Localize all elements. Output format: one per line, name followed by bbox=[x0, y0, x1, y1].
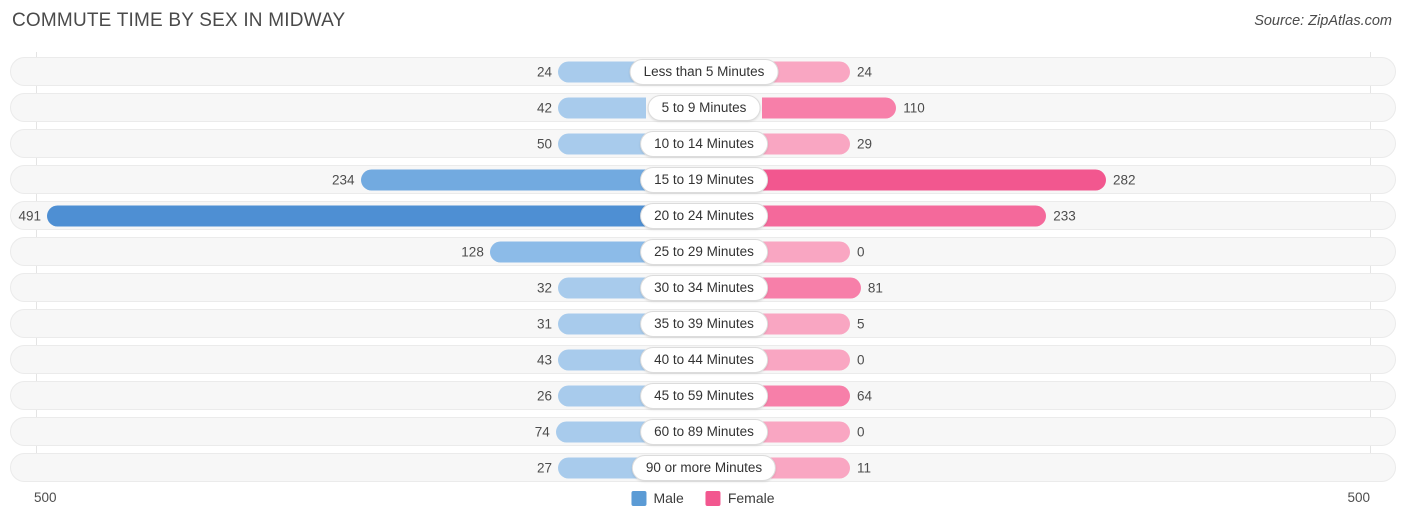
legend-swatch-icon bbox=[705, 490, 721, 506]
value-male: 42 bbox=[536, 99, 552, 115]
bar-male[interactable] bbox=[558, 97, 646, 118]
value-male: 31 bbox=[536, 315, 552, 331]
value-female: 5 bbox=[857, 315, 865, 331]
chart-row-inner: 128 0 25 to 29 Minutes bbox=[11, 238, 1395, 265]
value-female: 64 bbox=[857, 387, 873, 403]
value-male: 50 bbox=[536, 135, 552, 151]
bar-female[interactable] bbox=[762, 241, 850, 262]
category-label: 5 to 9 Minutes bbox=[647, 94, 761, 121]
legend-item-female[interactable]: Female bbox=[705, 490, 775, 506]
legend-label: Female bbox=[727, 490, 775, 506]
bar-female[interactable] bbox=[762, 277, 861, 298]
chart-row[interactable]: 26 64 45 to 59 Minutes bbox=[10, 381, 1396, 410]
value-male: 43 bbox=[536, 351, 552, 367]
value-female: 81 bbox=[867, 279, 883, 295]
bar-female[interactable] bbox=[762, 349, 850, 370]
chart-row-inner: 74 0 60 to 89 Minutes bbox=[11, 418, 1395, 445]
bar-female[interactable] bbox=[762, 205, 1047, 226]
chart-plot-area: 24 24 Less than 5 Minutes 42 110 5 to 9 Minut… bbox=[0, 52, 1406, 486]
source-label: Source: ZipAtlas.com bbox=[1254, 13, 1392, 29]
chart-row-inner: 26 64 45 to 59 Minutes bbox=[11, 382, 1395, 409]
chart-row[interactable]: 491 233 20 to 24 Minutes bbox=[10, 201, 1396, 230]
chart-row-inner: 234 282 15 to 19 Minutes bbox=[11, 166, 1395, 193]
chart-row[interactable]: 31 5 35 to 39 Minutes bbox=[10, 309, 1396, 338]
value-female: 233 bbox=[1053, 207, 1076, 223]
value-male: 32 bbox=[536, 279, 552, 295]
chart-row[interactable]: 43 0 40 to 44 Minutes bbox=[10, 345, 1396, 374]
chart-row-inner: 31 5 35 to 39 Minutes bbox=[11, 310, 1395, 337]
bar-female[interactable] bbox=[762, 97, 897, 118]
chart-row-inner: 27 11 90 or more Minutes bbox=[11, 454, 1395, 481]
chart-row[interactable]: 128 0 25 to 29 Minutes bbox=[10, 237, 1396, 266]
legend-label: Male bbox=[653, 490, 684, 506]
bar-female[interactable] bbox=[762, 421, 850, 442]
category-label: 35 to 39 Minutes bbox=[640, 310, 768, 337]
value-female: 110 bbox=[903, 99, 925, 115]
chart-row-inner: 491 233 20 to 24 Minutes bbox=[11, 202, 1395, 229]
category-label: 90 or more Minutes bbox=[631, 454, 777, 481]
legend-swatch-icon bbox=[631, 490, 647, 506]
bar-male[interactable] bbox=[558, 277, 646, 298]
chart-row[interactable]: 32 81 30 to 34 Minutes bbox=[10, 273, 1396, 302]
bar-female[interactable] bbox=[762, 313, 850, 334]
chart-row[interactable]: 27 11 90 or more Minutes bbox=[10, 453, 1396, 482]
value-male: 26 bbox=[536, 387, 552, 403]
bar-female[interactable] bbox=[762, 169, 1107, 190]
value-male: 24 bbox=[536, 63, 552, 79]
axis-max-right: 500 bbox=[1347, 490, 1370, 505]
value-female: 24 bbox=[857, 63, 873, 79]
value-male: 234 bbox=[331, 171, 355, 187]
category-label: 30 to 34 Minutes bbox=[640, 274, 768, 301]
value-female: 0 bbox=[857, 423, 865, 439]
chart-row[interactable]: 50 29 10 to 14 Minutes bbox=[10, 129, 1396, 158]
chart-row-inner: 43 0 40 to 44 Minutes bbox=[11, 346, 1395, 373]
category-label: 40 to 44 Minutes bbox=[640, 346, 768, 373]
chart-legend: Male Female bbox=[631, 490, 775, 506]
page-title: COMMUTE TIME BY SEX IN MIDWAY bbox=[12, 10, 346, 31]
category-label: 15 to 19 Minutes bbox=[640, 166, 768, 193]
chart-row[interactable]: 42 110 5 to 9 Minutes bbox=[10, 93, 1396, 122]
category-label: 25 to 29 Minutes bbox=[640, 238, 768, 265]
chart-row-inner: 24 24 Less than 5 Minutes bbox=[11, 58, 1395, 85]
bar-male[interactable] bbox=[558, 313, 646, 334]
bar-male[interactable] bbox=[558, 133, 646, 154]
bar-male[interactable] bbox=[555, 421, 646, 442]
chart-row[interactable]: 24 24 Less than 5 Minutes bbox=[10, 57, 1396, 86]
value-male: 128 bbox=[461, 243, 484, 259]
value-male: 74 bbox=[534, 423, 550, 439]
value-female: 0 bbox=[857, 351, 865, 367]
chart-row-inner: 50 29 10 to 14 Minutes bbox=[11, 130, 1395, 157]
bar-male[interactable] bbox=[558, 349, 646, 370]
category-label: 10 to 14 Minutes bbox=[640, 130, 768, 157]
value-male: 27 bbox=[536, 459, 552, 475]
value-male: 491 bbox=[18, 207, 41, 223]
bar-male[interactable] bbox=[46, 205, 646, 226]
chart-row-inner: 32 81 30 to 34 Minutes bbox=[11, 274, 1395, 301]
axis-max-left: 500 bbox=[34, 490, 57, 505]
bar-male[interactable] bbox=[489, 241, 646, 262]
category-label: Less than 5 Minutes bbox=[629, 58, 779, 85]
value-female: 282 bbox=[1113, 171, 1136, 187]
value-female: 0 bbox=[857, 243, 865, 259]
bar-male[interactable] bbox=[360, 169, 646, 190]
value-female: 11 bbox=[857, 459, 872, 475]
category-label: 45 to 59 Minutes bbox=[640, 382, 768, 409]
category-label: 20 to 24 Minutes bbox=[640, 202, 768, 229]
bar-male[interactable] bbox=[558, 385, 646, 406]
chart-row-inner: 42 110 5 to 9 Minutes bbox=[11, 94, 1395, 121]
chart-footer: 500 500 Male Female bbox=[0, 486, 1406, 516]
bar-female[interactable] bbox=[762, 133, 850, 154]
bar-female[interactable] bbox=[762, 385, 850, 406]
category-label: 60 to 89 Minutes bbox=[640, 418, 768, 445]
value-female: 29 bbox=[857, 135, 873, 151]
chart-row[interactable]: 74 0 60 to 89 Minutes bbox=[10, 417, 1396, 446]
legend-item-male[interactable]: Male bbox=[631, 490, 684, 506]
chart-row[interactable]: 234 282 15 to 19 Minutes bbox=[10, 165, 1396, 194]
